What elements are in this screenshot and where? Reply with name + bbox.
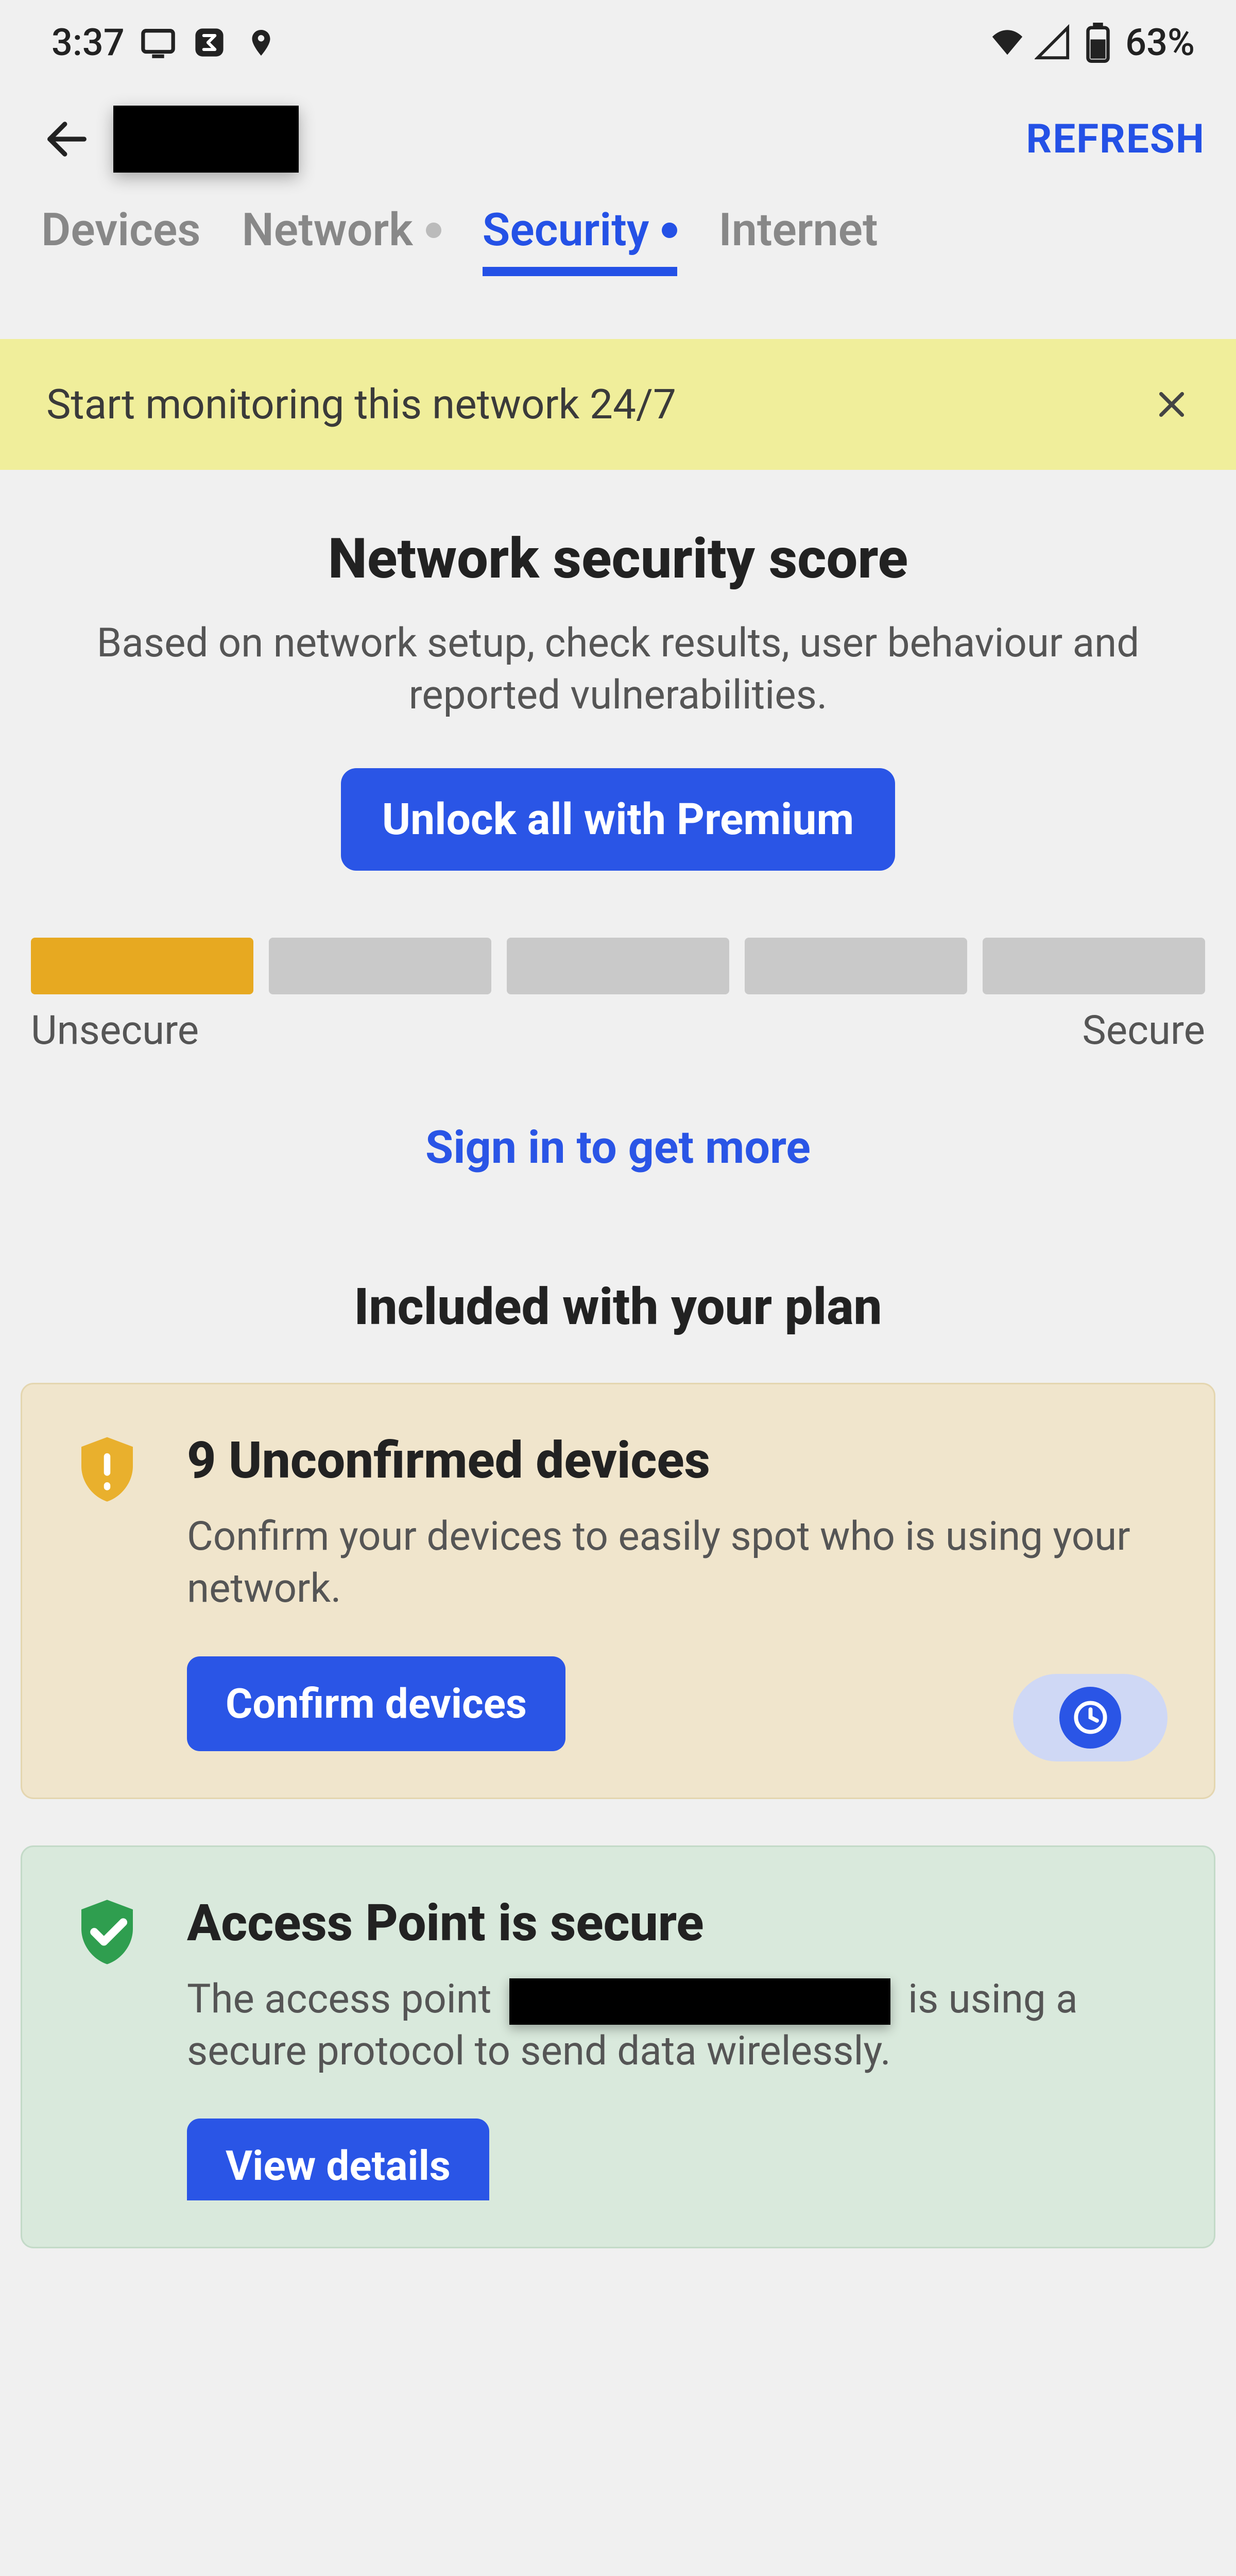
tab-label: Security [483,204,649,257]
clock-icon [1059,1687,1121,1749]
close-icon[interactable] [1154,386,1190,422]
meter-segment [269,938,491,994]
cast-icon [140,25,176,61]
shield-check-icon [68,1893,146,1971]
tab-security[interactable]: Security [483,204,678,276]
dot-icon [662,223,677,238]
signin-link[interactable]: Sign in to get more [31,1121,1205,1174]
tab-internet[interactable]: Internet [718,204,878,267]
meter-segment [31,938,253,994]
meter-high-label: Secure [1082,1007,1205,1054]
unlock-premium-button[interactable]: Unlock all with Premium [341,768,895,871]
tab-bar: Devices Network Security Internet [0,193,1236,267]
card-title: Access Point is secure [187,1893,1168,1953]
sigma-icon [192,25,228,61]
redacted-title [113,106,299,173]
view-details-button[interactable]: View details [187,2119,489,2200]
status-bar: 3:37 [0,0,1236,85]
status-time: 3:37 [52,21,125,64]
score-section: Network security score Based on network … [0,470,1236,1174]
battery-percent: 63% [1125,21,1195,64]
card-unconfirmed-devices: 9 Unconfirmed devices Confirm your devic… [21,1383,1215,1799]
card-title: 9 Unconfirmed devices [187,1431,1168,1490]
clock-badge[interactable] [1013,1674,1168,1761]
desc-pre: The access point [187,1976,502,2023]
confirm-devices-button[interactable]: Confirm devices [187,1656,565,1751]
score-desc: Based on network setup, check results, u… [31,617,1205,722]
tab-network[interactable]: Network [242,204,441,267]
card-access-point-secure: Access Point is secure The access point … [21,1845,1215,2249]
tab-label: Network [242,204,413,257]
tab-label: Internet [718,204,878,257]
meter-segment [745,938,967,994]
back-button[interactable] [41,113,93,165]
banner-text: Start monitoring this network 24/7 [46,380,676,429]
cell-signal-icon [1035,25,1071,61]
wifi-icon [989,25,1025,61]
included-title: Included with your plan [0,1277,1236,1336]
meter-segment [507,938,729,994]
refresh-button[interactable]: REFRESH [1026,116,1205,163]
score-meter [31,938,1205,994]
dot-icon [426,223,441,238]
tab-devices[interactable]: Devices [41,204,201,267]
meter-segment [983,938,1205,994]
meter-low-label: Unsecure [31,1007,199,1054]
monitoring-banner[interactable]: Start monitoring this network 24/7 [0,339,1236,470]
redacted-ap-name [509,1978,890,2025]
card-desc: The access point is using a secure proto… [187,1973,1168,2078]
tab-label: Devices [41,204,201,257]
battery-icon [1080,25,1116,61]
app-header: REFRESH [0,85,1236,193]
score-title: Network security score [31,527,1205,591]
card-desc: Confirm your devices to easily spot who … [187,1511,1168,1615]
shield-alert-icon [68,1431,146,1508]
location-icon [243,25,279,61]
